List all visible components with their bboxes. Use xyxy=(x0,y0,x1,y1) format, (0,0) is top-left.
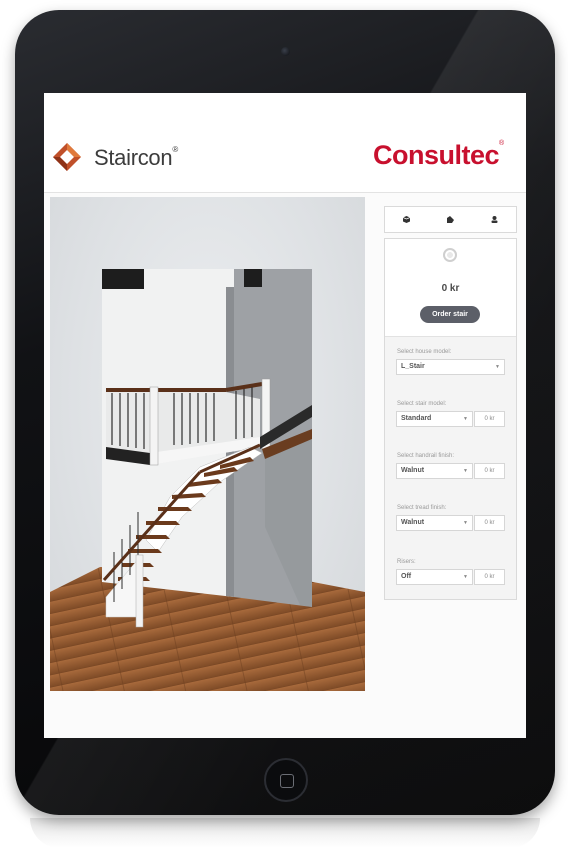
staircon-logo-text: Staircon xyxy=(94,145,173,170)
toolbar-account-tab[interactable] xyxy=(472,207,516,232)
staircon-logo-icon xyxy=(53,143,81,171)
risers-label: Risers: xyxy=(397,559,416,565)
stair-model-price: 0 kr xyxy=(474,411,505,427)
chevron-down-icon: ▼ xyxy=(463,574,468,580)
total-price: 0 kr xyxy=(441,283,460,294)
risers-select[interactable]: Off ▼ xyxy=(396,569,473,585)
handrail-finish-label: Select handrail finish: xyxy=(397,453,455,459)
app-screen: Staircon® Consultec® 0 kr Order stair Se… xyxy=(44,93,526,738)
registered-mark: ® xyxy=(499,140,504,147)
toolbar-finish-tab[interactable] xyxy=(429,207,473,232)
toolbar-models-tab[interactable] xyxy=(385,207,429,232)
loading-spinner-icon xyxy=(443,248,457,262)
house-model-select[interactable]: L_Stair ▼ xyxy=(396,359,505,375)
chevron-down-icon: ▼ xyxy=(463,468,468,474)
stair-model-value: Standard xyxy=(401,415,432,422)
home-square-icon xyxy=(280,774,294,788)
risers-price: 0 kr xyxy=(474,569,505,585)
order-stair-button[interactable]: Order stair xyxy=(420,306,480,323)
tread-finish-price: 0 kr xyxy=(474,515,505,531)
chevron-down-icon: ▼ xyxy=(463,520,468,526)
stair-model-select[interactable]: Standard ▼ xyxy=(396,411,473,427)
house-model-value: L_Stair xyxy=(401,363,425,370)
registered-mark: ® xyxy=(172,145,178,154)
staircon-logo[interactable]: Staircon® xyxy=(94,145,178,171)
consultec-logo[interactable]: Consultec® xyxy=(373,140,504,171)
device-reflection xyxy=(30,818,540,848)
box-icon xyxy=(403,216,411,223)
user-icon xyxy=(491,216,498,223)
handrail-finish-price: 0 kr xyxy=(474,463,505,479)
stair-3d-viewport[interactable] xyxy=(50,197,365,691)
camera-icon xyxy=(281,47,290,56)
handrail-finish-value: Walnut xyxy=(401,467,425,474)
panel-toolbar xyxy=(384,206,517,233)
handrail-finish-select[interactable]: Walnut ▼ xyxy=(396,463,473,479)
swatch-icon xyxy=(447,216,454,223)
order-summary: 0 kr Order stair xyxy=(385,239,516,337)
risers-value: Off xyxy=(401,573,412,580)
tread-finish-label: Select tread finish: xyxy=(397,505,447,511)
chevron-down-icon: ▼ xyxy=(495,364,500,370)
tread-finish-select[interactable]: Walnut ▼ xyxy=(396,515,473,531)
consultec-logo-text: Consultec xyxy=(373,140,500,170)
stair-model-label: Select stair model: xyxy=(397,401,447,407)
stair-render xyxy=(50,269,365,691)
house-model-label: Select house model: xyxy=(397,349,452,355)
chevron-down-icon: ▼ xyxy=(463,416,468,422)
home-button[interactable] xyxy=(264,758,308,802)
configurator-panel: 0 kr Order stair Select house model: L_S… xyxy=(384,238,517,600)
app-header: Staircon® Consultec® xyxy=(44,93,526,193)
tread-finish-value: Walnut xyxy=(401,519,425,526)
